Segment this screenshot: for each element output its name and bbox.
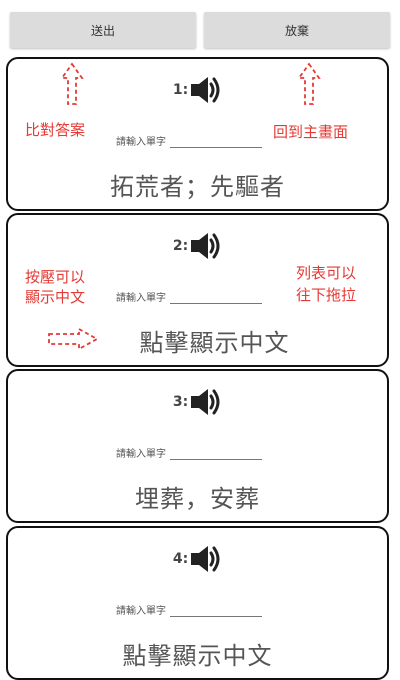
word-card-4: 4: 請輸入單字 點擊顯示中文: [6, 526, 389, 680]
annotation-press-line1: 按壓可以: [25, 268, 86, 286]
answer-text[interactable]: 埋葬，安葬: [8, 479, 387, 514]
word-input-row: 請輸入單字: [116, 600, 262, 617]
speaker-icon[interactable]: [190, 542, 222, 576]
word-input-row: 請輸入單字: [116, 443, 262, 460]
answer-text[interactable]: 點擊顯示中文: [8, 636, 387, 671]
word-input[interactable]: [170, 600, 262, 617]
dashed-right-arrow-icon: [48, 327, 99, 351]
word-input[interactable]: [170, 443, 262, 460]
send-button[interactable]: 送出: [10, 12, 196, 48]
card-header: 4:: [8, 542, 387, 576]
input-label: 請輸入單字: [116, 137, 166, 148]
word-input[interactable]: [170, 131, 262, 148]
input-label: 請輸入單字: [116, 293, 166, 304]
input-label: 請輸入單字: [116, 449, 166, 460]
speaker-icon[interactable]: [190, 385, 222, 419]
card-number: 3:: [172, 394, 189, 410]
word-card-3: 3: 請輸入單字 埋葬，安葬: [6, 369, 389, 523]
answer-text[interactable]: 拓荒者；先驅者: [8, 167, 387, 202]
word-input[interactable]: [170, 287, 262, 304]
speaker-icon[interactable]: [190, 229, 222, 263]
speaker-icon[interactable]: [190, 73, 222, 107]
annotation-press-line2: 顯示中文: [25, 288, 86, 306]
word-input-row: 請輸入單字: [116, 131, 262, 148]
card-header: 3:: [8, 385, 387, 419]
annotation-scroll-line1: 列表可以: [296, 264, 357, 282]
card-number: 4:: [172, 551, 189, 567]
annotation-scroll-line2: 往下拖拉: [296, 286, 357, 304]
input-label: 請輸入單字: [116, 606, 166, 617]
card-header: 2:: [8, 229, 387, 263]
card-number: 1:: [172, 82, 189, 98]
dashed-up-arrow-icon: [297, 62, 321, 105]
dashed-up-arrow-icon: [60, 62, 84, 105]
annotation-home: 回到主畫面: [273, 123, 349, 141]
annotation-compare: 比對答案: [25, 121, 86, 139]
word-input-row: 請輸入單字: [116, 287, 262, 304]
card-number: 2:: [172, 238, 189, 254]
quit-button[interactable]: 放棄: [204, 12, 390, 48]
